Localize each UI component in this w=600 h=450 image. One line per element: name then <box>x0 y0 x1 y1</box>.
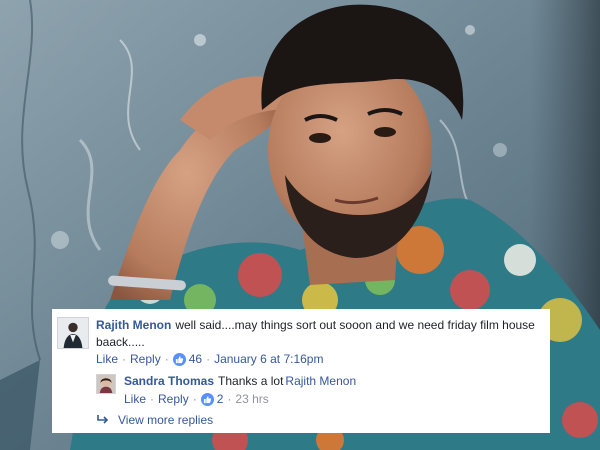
reaction-count[interactable]: 2 <box>217 392 224 406</box>
comment-author-link[interactable]: Rajith Menon <box>96 318 171 332</box>
reply-author-link[interactable]: Sandra Thomas <box>124 374 214 388</box>
reply-text: Thanks a lot <box>218 374 284 388</box>
reply-content: Sandra Thomas Thanks a lot Rajith Menon <box>124 373 356 390</box>
comment-content: Rajith Menon well said....may things sort… <box>96 317 545 351</box>
like-link[interactable]: Like <box>124 392 146 406</box>
separator: · <box>227 392 232 406</box>
view-more-replies-link[interactable]: View more replies <box>96 413 213 427</box>
reply-timestamp[interactable]: 23 hrs <box>235 392 268 406</box>
avatar[interactable] <box>96 374 116 394</box>
avatar[interactable] <box>57 317 89 349</box>
like-reaction-icon[interactable] <box>172 352 186 366</box>
reply-link[interactable]: Reply <box>130 352 161 366</box>
view-more-label[interactable]: View more replies <box>118 413 213 427</box>
like-link[interactable]: Like <box>96 352 118 366</box>
separator: · <box>206 352 211 366</box>
comment-timestamp[interactable]: January 6 at 7:16pm <box>214 352 323 366</box>
like-reaction-icon[interactable] <box>200 392 214 406</box>
separator: · <box>192 392 197 406</box>
separator: · <box>122 352 127 366</box>
reply-actions: Like · Reply · 2 · 23 hrs <box>124 391 269 407</box>
separator: · <box>164 352 169 366</box>
reply-arrow-icon <box>96 414 110 426</box>
post-screenshot: Rajith Menon well said....may things sort… <box>0 0 600 450</box>
comment: Rajith Menon well said....may things sort… <box>57 317 545 351</box>
separator: · <box>150 392 155 406</box>
reply-link[interactable]: Reply <box>158 392 189 406</box>
comment-panel: Rajith Menon well said....may things sort… <box>52 309 550 433</box>
comment-actions: Like · Reply · 46 · January 6 at 7:16pm <box>96 351 323 367</box>
mention-link[interactable]: Rajith Menon <box>285 374 356 388</box>
reaction-count[interactable]: 46 <box>189 352 202 366</box>
